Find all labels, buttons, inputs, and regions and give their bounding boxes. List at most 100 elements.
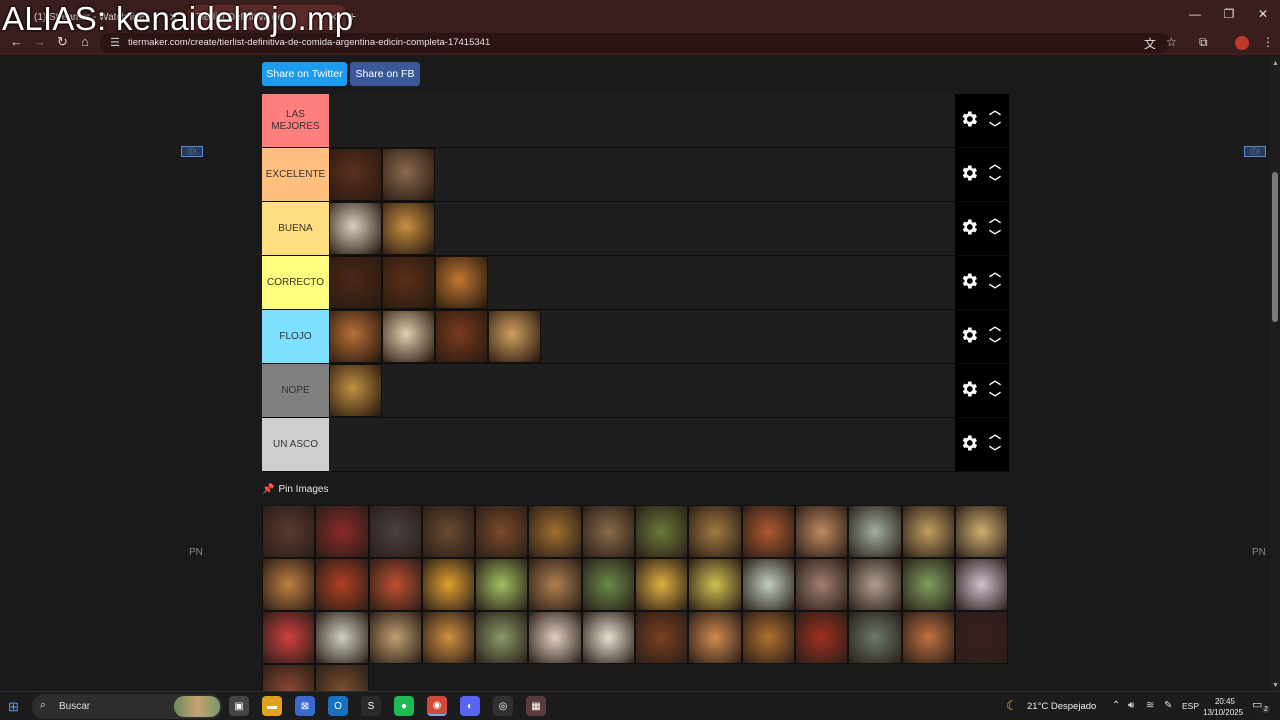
scroll-down-icon[interactable]: ▼ — [1272, 682, 1279, 689]
food-image-chocolate-alfajor[interactable] — [329, 256, 382, 309]
food-image-crepes[interactable] — [488, 310, 541, 363]
gear-icon[interactable] — [959, 325, 979, 345]
pool-food-image[interactable] — [635, 505, 689, 558]
tier-label[interactable]: LAS MEJORES — [262, 94, 329, 147]
move-tier-up-icon[interactable]: ︿ — [989, 158, 1001, 170]
food-image-chocolate-cone[interactable] — [382, 256, 435, 309]
move-tier-up-icon[interactable]: ︿ — [989, 104, 1001, 116]
wifi-icon[interactable]: ≋ — [1146, 700, 1154, 711]
tier-label[interactable]: FLOJO — [262, 310, 329, 363]
scrollbar[interactable] — [1270, 57, 1280, 691]
move-tier-down-icon[interactable]: ﹀ — [989, 446, 1001, 458]
discord-icon[interactable]: ◐ — [460, 696, 480, 716]
menu-icon[interactable]: ⋮ — [1262, 35, 1274, 49]
url-text[interactable]: tiermaker.com/create/tierlist-definitiva… — [128, 37, 490, 48]
outlook-icon[interactable]: O — [328, 696, 348, 716]
pool-food-image[interactable] — [581, 505, 636, 558]
pin-images-header[interactable]: 📌 Pin Images — [262, 484, 328, 495]
pool-food-image[interactable] — [368, 505, 422, 558]
pool-food-image[interactable] — [581, 611, 636, 664]
weather-text[interactable]: 21°C Despejado — [1027, 701, 1096, 712]
taskbar-search[interactable]: ⌕ Buscar — [32, 694, 222, 719]
move-tier-down-icon[interactable]: ﹀ — [989, 338, 1001, 350]
pool-food-image[interactable] — [901, 611, 955, 664]
move-tier-up-icon[interactable]: ︿ — [989, 212, 1001, 224]
pool-food-image[interactable] — [262, 611, 316, 664]
gear-icon[interactable] — [959, 217, 979, 237]
close-window-icon[interactable]: ✕ — [1246, 0, 1280, 28]
pool-food-image[interactable] — [901, 558, 955, 611]
pool-food-image[interactable] — [262, 558, 316, 611]
pool-food-image[interactable] — [262, 505, 316, 558]
star-icon[interactable]: ☆ — [1166, 35, 1177, 49]
restore-icon[interactable]: ❐ — [1212, 0, 1246, 28]
pool-food-image[interactable] — [688, 558, 742, 611]
pool-food-image[interactable] — [794, 611, 849, 664]
pool-food-image[interactable] — [315, 611, 369, 664]
pool-food-image[interactable] — [421, 558, 476, 611]
gear-icon[interactable] — [959, 109, 979, 129]
food-image-flan[interactable] — [382, 202, 435, 255]
food-image-croquettes[interactable] — [435, 310, 488, 363]
pool-food-image[interactable] — [635, 558, 689, 611]
pool-food-image[interactable] — [528, 505, 582, 558]
translate-icon[interactable]: 文 — [1144, 35, 1156, 52]
app-icon[interactable]: ▦ — [526, 696, 546, 716]
food-image-pastries[interactable] — [329, 364, 382, 417]
volume-icon[interactable]: 🔊︎ — [1128, 700, 1134, 711]
move-tier-down-icon[interactable]: ﹀ — [989, 176, 1001, 188]
obs-icon[interactable]: ◎ — [493, 696, 513, 716]
pool-food-image[interactable] — [528, 611, 582, 664]
move-tier-up-icon[interactable]: ︿ — [989, 428, 1001, 440]
pool-food-image[interactable] — [741, 558, 795, 611]
pool-food-image[interactable] — [954, 558, 1009, 611]
pool-food-image[interactable] — [741, 505, 795, 558]
tier-label[interactable]: UN ASCO — [262, 418, 329, 471]
pool-food-image[interactable] — [794, 558, 849, 611]
spotify-icon[interactable]: ● — [394, 696, 414, 716]
pool-food-image[interactable] — [421, 611, 476, 664]
pool-food-image[interactable] — [688, 505, 742, 558]
pool-food-image[interactable] — [741, 611, 795, 664]
food-image-churros[interactable] — [329, 310, 382, 363]
tier-label[interactable]: EXCELENTE — [262, 148, 329, 201]
move-tier-up-icon[interactable]: ︿ — [989, 320, 1001, 332]
scrollbar-thumb[interactable] — [1272, 172, 1278, 322]
language-indicator[interactable]: ESP — [1182, 701, 1199, 711]
gear-icon[interactable] — [959, 163, 979, 183]
pool-food-image[interactable] — [901, 505, 955, 558]
food-image-medialunas[interactable] — [435, 256, 488, 309]
pool-food-image[interactable] — [848, 558, 902, 611]
pool-food-image[interactable] — [954, 505, 1009, 558]
task-view-icon[interactable]: ▣ — [229, 696, 249, 716]
extensions-icon[interactable]: ⧉ — [1199, 35, 1208, 50]
pool-food-image[interactable] — [475, 505, 529, 558]
ad-choices-icon[interactable]: ⓘ⁝ — [181, 146, 203, 157]
pool-food-image[interactable] — [262, 664, 316, 691]
notifications-icon[interactable]: ▭ — [1252, 698, 1262, 711]
pool-food-image[interactable] — [688, 611, 742, 664]
food-image-merengue-cake[interactable] — [382, 310, 435, 363]
tray-chevron-icon[interactable]: ⌃ — [1112, 700, 1120, 711]
clock[interactable]: 20:45 13/10/2025 — [1203, 696, 1243, 718]
pool-food-image[interactable] — [581, 558, 636, 611]
pool-food-image[interactable] — [368, 558, 422, 611]
pool-food-image[interactable] — [475, 558, 529, 611]
move-tier-down-icon[interactable]: ﹀ — [989, 230, 1001, 242]
move-tier-down-icon[interactable]: ﹀ — [989, 122, 1001, 134]
steam-icon[interactable]: S — [361, 696, 381, 716]
pool-food-image[interactable] — [848, 505, 902, 558]
tier-label[interactable]: BUENA — [262, 202, 329, 255]
gear-icon[interactable] — [959, 271, 979, 291]
profile-icon[interactable] — [1235, 36, 1249, 50]
pool-food-image[interactable] — [368, 611, 422, 664]
share-twitter-button[interactable]: Share on Twitter — [262, 62, 347, 86]
gear-icon[interactable] — [959, 433, 979, 453]
weather-icon[interactable]: ☾ — [1006, 698, 1018, 714]
windows-start-icon[interactable]: ⊞ — [8, 699, 19, 715]
tier-label[interactable]: CORRECTO — [262, 256, 329, 309]
pool-food-image[interactable] — [528, 558, 582, 611]
pool-food-image[interactable] — [635, 611, 689, 664]
gear-icon[interactable] — [959, 379, 979, 399]
scroll-up-icon[interactable]: ▲ — [1272, 60, 1279, 67]
